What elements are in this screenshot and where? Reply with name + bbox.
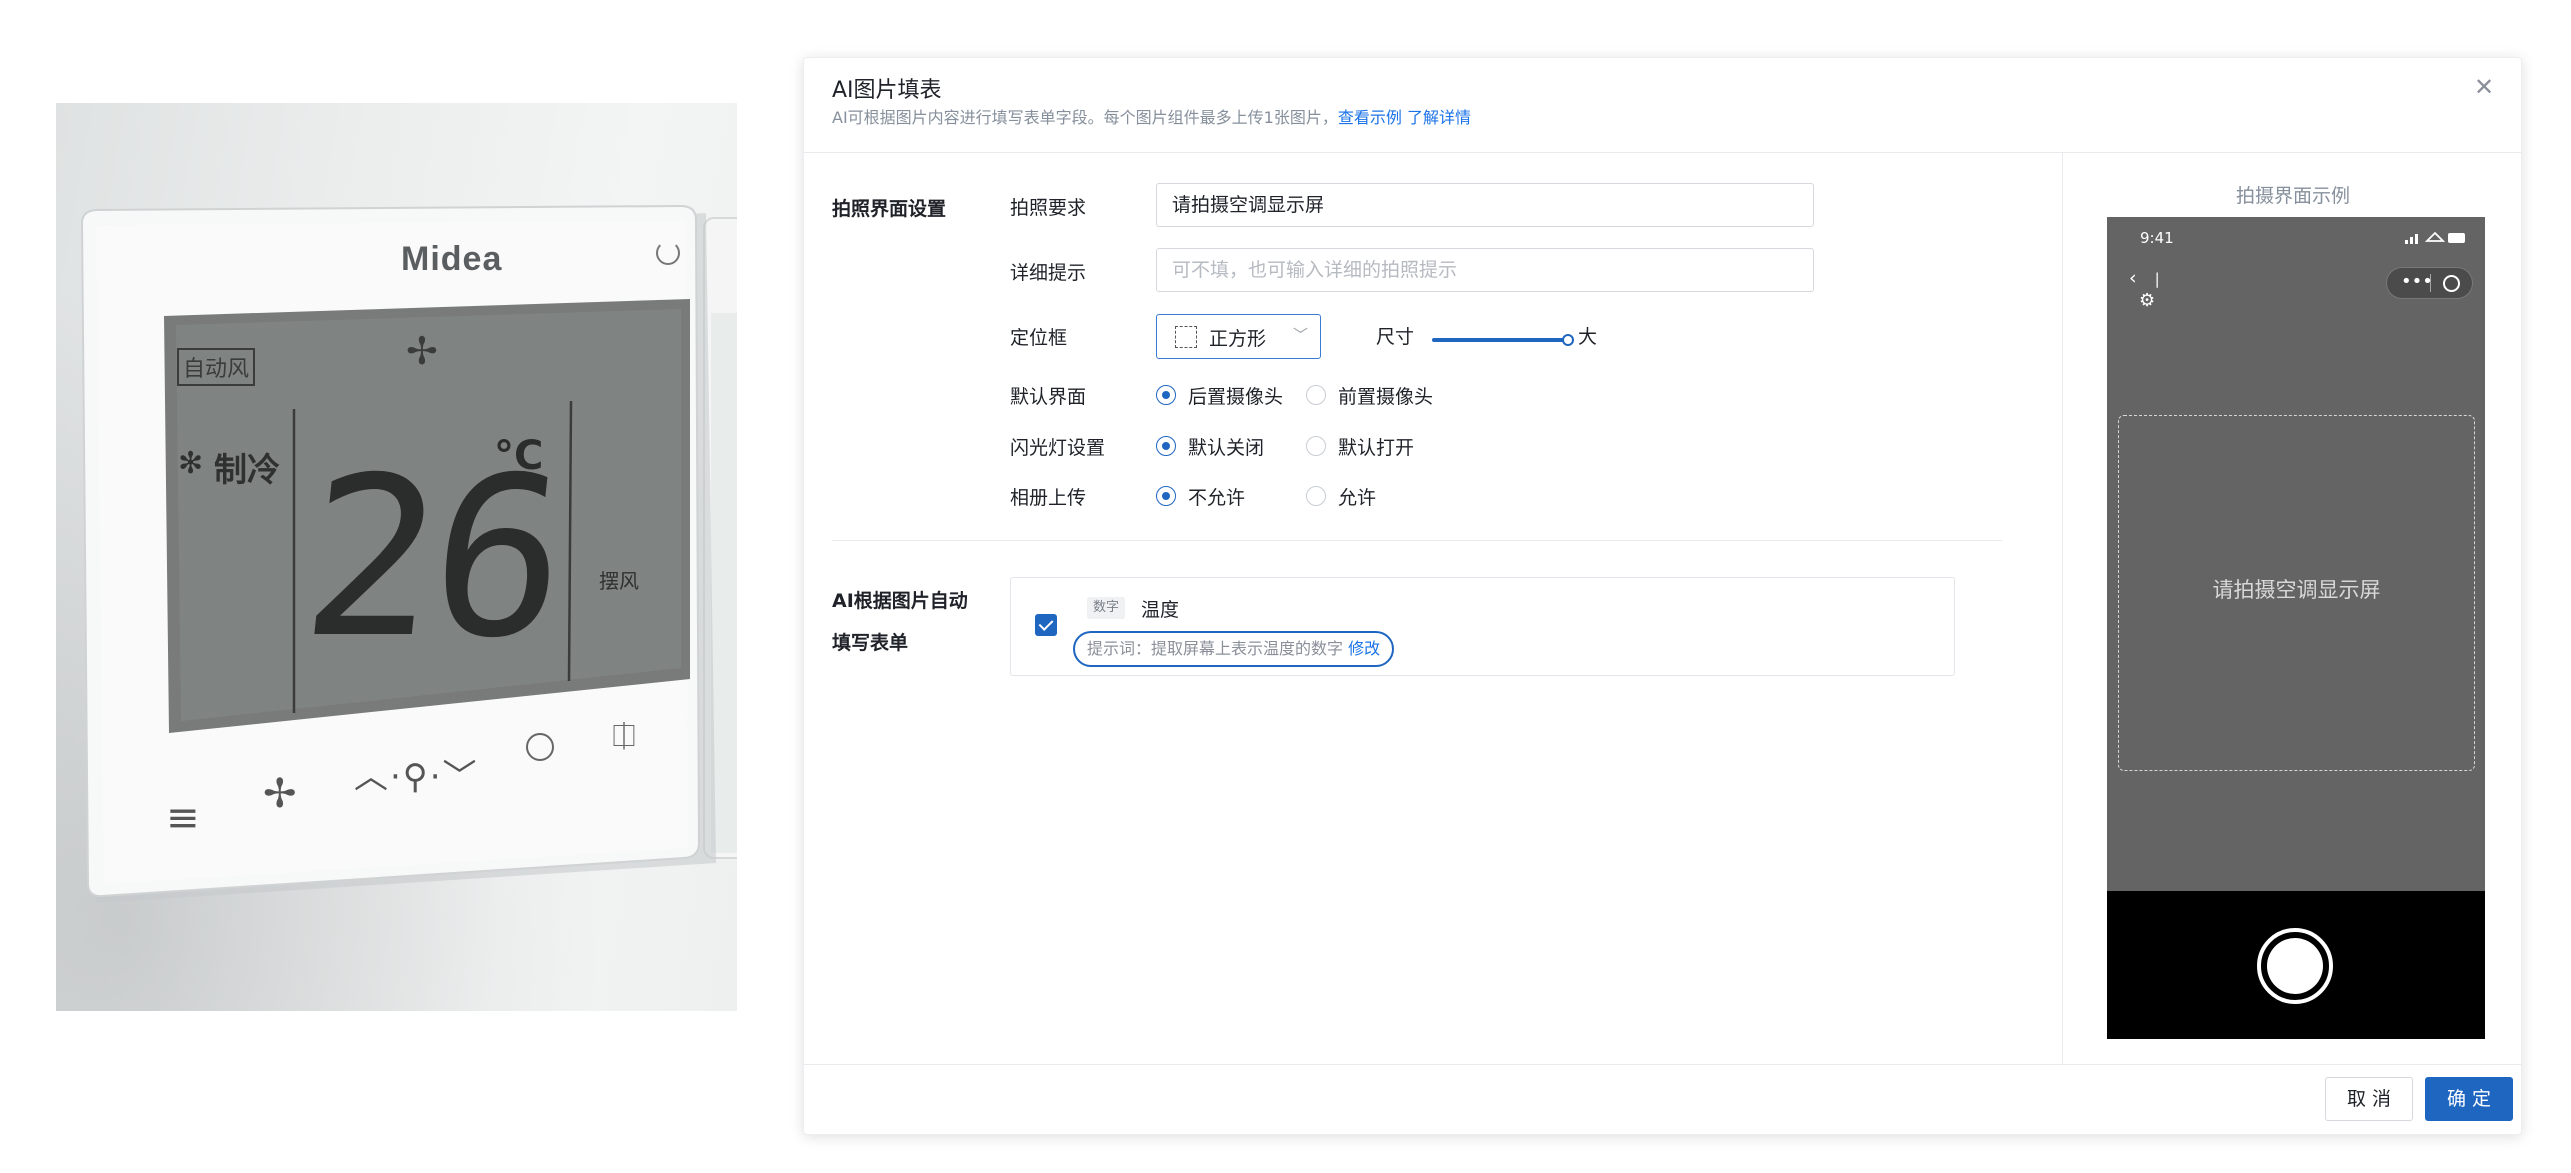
detail-input[interactable]: 可不填，也可输入详细的拍照提示: [1156, 248, 1814, 292]
capture-frame-text: 请拍摄空调显示屏: [2212, 578, 2381, 602]
dialog-subtitle: AI可根据图片内容进行填写表单字段。每个图片组件最多上传1张图片，查看示例 了解…: [832, 104, 1471, 128]
phone-preview: 9:41 ‹ | ⚙ ••• 请拍摄空调显示屏: [2107, 217, 2485, 1039]
rear-camera-label: 后置摄像头: [1188, 386, 1284, 408]
size-label: 尺寸: [1376, 326, 1415, 348]
up-lock-down-icons: ︿·⚲·﹀: [354, 757, 479, 797]
field-name: 温度: [1141, 599, 1180, 621]
field-hint[interactable]: 提示词：提取屏幕上表示温度的数字 修改: [1073, 631, 1395, 667]
default-view-label: 默认界面: [1010, 386, 1087, 408]
ai-fill-title-line2: 填写表单: [832, 632, 909, 654]
album-label: 相册上传: [1010, 487, 1087, 509]
camera-bottom-bar: [2107, 891, 2485, 1039]
front-camera-label: 前置摄像头: [1338, 386, 1434, 408]
mode-text: 制冷: [214, 450, 280, 489]
capture-settings-title: 拍照界面设置: [832, 198, 947, 220]
radio-flash-on[interactable]: [1306, 436, 1326, 456]
fan-button-icon: ✢: [263, 771, 297, 817]
field-type-tag: 数字: [1087, 597, 1126, 619]
clock-icon: [526, 733, 554, 761]
miniprogram-capsule[interactable]: •••: [2386, 267, 2473, 299]
leaf-icon: ⎅: [612, 719, 636, 754]
nav-back-home-icons[interactable]: ‹ | ⚙: [2129, 267, 2169, 311]
preview-divider: [2062, 153, 2063, 1064]
radio-rear-camera[interactable]: [1156, 385, 1176, 405]
learn-more-link[interactable]: 了解详情: [1407, 108, 1471, 127]
hint-text: 提示词：提取屏幕上表示温度的数字: [1087, 639, 1344, 658]
chevron-down-icon: ﹀: [1293, 326, 1309, 344]
radio-album-allow[interactable]: [1306, 486, 1326, 506]
field-checkbox[interactable]: [1035, 614, 1057, 636]
edit-hint-link[interactable]: 修改: [1348, 639, 1380, 658]
settings-gear-icon[interactable]: ⚙: [2139, 290, 2155, 311]
confirm-button[interactable]: 确 定: [2425, 1077, 2513, 1121]
dialog-title: AI图片填表: [832, 78, 942, 103]
snowflake-icon: ✻: [178, 446, 204, 481]
flash-on-label: 默认打开: [1338, 437, 1415, 459]
swing-text: 摆风: [599, 569, 639, 593]
flash-label: 闪光灯设置: [1010, 437, 1106, 459]
power-icon: [656, 241, 680, 265]
chevron-left-icon[interactable]: ‹: [2129, 267, 2137, 289]
mode-badge: 自动风: [177, 348, 256, 386]
status-icons: [2405, 231, 2465, 244]
field-card: 数字 温度 提示词：提取屏幕上表示温度的数字 修改: [1010, 577, 1955, 676]
cancel-button[interactable]: 取 消: [2325, 1077, 2413, 1121]
size-slider-track[interactable]: [1432, 338, 1568, 342]
requirement-label: 拍照要求: [1010, 197, 1087, 219]
preview-title: 拍摄界面示例: [2235, 185, 2350, 207]
capsule-divider: [2430, 274, 2431, 292]
section-divider: [832, 540, 2002, 541]
album-disallow-label: 不允许: [1188, 487, 1246, 509]
size-value: 大: [1578, 326, 1598, 348]
brand-logo: Midea: [401, 240, 503, 278]
fan-icon: ✢: [406, 329, 438, 373]
radio-album-disallow[interactable]: [1156, 486, 1176, 506]
close-icon[interactable]: ✕: [2469, 72, 2499, 102]
shutter-button[interactable]: [2257, 928, 2333, 1004]
thermostat-photo: Midea 自动风 ✢ ✻ 制冷 26 °C 摆风 ≡ ✢ ︿·⚲·﹀ ⎅: [56, 103, 737, 1011]
radio-flash-off[interactable]: [1156, 436, 1176, 456]
frame-label: 定位框: [1010, 327, 1068, 349]
header-divider: [804, 152, 2521, 153]
requirement-input[interactable]: 请拍摄空调显示屏: [1156, 183, 1814, 227]
square-frame-icon: [1175, 326, 1197, 348]
unit-celsius: °C: [494, 433, 544, 479]
phone-time: 9:41: [2140, 229, 2174, 247]
footer-divider: [804, 1064, 2521, 1065]
size-slider-handle[interactable]: [1562, 334, 1574, 346]
more-icon[interactable]: •••: [2401, 271, 2433, 292]
menu-icon: ≡: [166, 795, 200, 841]
ai-fill-title-line1: AI根据图片自动: [832, 590, 968, 612]
exit-target-icon[interactable]: [2443, 275, 2460, 292]
subtitle-text: AI可根据图片内容进行填写表单字段。每个图片组件最多上传1张图片，: [832, 108, 1338, 127]
nav-separator: |: [2154, 270, 2160, 288]
frame-shape-select[interactable]: 正方形 ﹀: [1156, 314, 1321, 359]
view-example-link[interactable]: 查看示例: [1338, 108, 1402, 127]
album-allow-label: 允许: [1338, 487, 1377, 509]
ai-image-form-dialog: AI图片填表 AI可根据图片内容进行填写表单字段。每个图片组件最多上传1张图片，…: [803, 57, 2522, 1135]
detail-label: 详细提示: [1010, 262, 1087, 284]
radio-front-camera[interactable]: [1306, 385, 1326, 405]
flash-off-label: 默认关闭: [1188, 437, 1265, 459]
frame-shape-value: 正方形: [1209, 328, 1267, 350]
